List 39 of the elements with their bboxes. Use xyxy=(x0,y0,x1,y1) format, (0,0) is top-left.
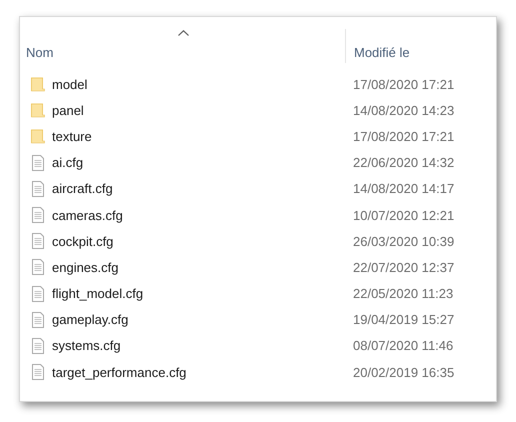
modified-date: 17/08/2020 17:21 xyxy=(352,128,454,144)
folder-icon xyxy=(30,76,46,92)
document-icon xyxy=(30,286,46,302)
document-icon xyxy=(30,312,46,328)
folder-icon xyxy=(30,102,46,118)
file-name[interactable]: aircraft.cfg xyxy=(52,181,113,196)
file-name[interactable]: engines.cfg xyxy=(52,260,118,275)
document-icon xyxy=(30,233,46,250)
folder-icon xyxy=(30,128,46,144)
modified-date: 14/08/2020 14:17 xyxy=(352,181,454,196)
document-icon xyxy=(30,207,46,224)
file-name[interactable]: cameras.cfg xyxy=(52,208,123,223)
document-icon xyxy=(30,364,46,380)
modified-date: 22/05/2020 11:23 xyxy=(352,286,454,302)
modified-date: 08/07/2020 11:46 xyxy=(352,338,454,354)
document-icon xyxy=(30,154,46,171)
modified-date: 22/06/2020 14:32 xyxy=(352,155,454,170)
modified-date: 17/08/2020 17:21 xyxy=(352,76,454,92)
column-header[interactable]: Nom xyxy=(20,17,345,69)
file-name[interactable]: model xyxy=(52,76,88,92)
file-name[interactable]: gameplay.cfg xyxy=(52,312,128,328)
file-name[interactable]: texture xyxy=(52,128,92,144)
modified-date: 19/04/2019 15:27 xyxy=(352,312,454,328)
modified-date: 10/07/2020 12:21 xyxy=(352,208,454,223)
sort-up-icon xyxy=(178,30,188,36)
file-name[interactable]: target_performance.cfg xyxy=(52,364,186,380)
modified-date: 20/02/2019 16:35 xyxy=(352,364,454,380)
modified-date: 14/08/2020 14:23 xyxy=(352,102,454,118)
document-icon xyxy=(30,338,46,354)
file-name[interactable]: systems.cfg xyxy=(52,338,121,354)
modified-date: 26/03/2020 10:39 xyxy=(352,234,454,249)
column-header[interactable]: Modifié le xyxy=(345,29,496,63)
document-icon xyxy=(30,259,46,276)
modified-date: 22/07/2020 12:37 xyxy=(352,260,454,275)
file-name[interactable]: ai.cfg xyxy=(52,155,84,170)
file-name[interactable]: flight_model.cfg xyxy=(52,286,144,302)
file-name[interactable]: cockpit.cfg xyxy=(52,234,114,249)
file-name[interactable]: panel xyxy=(52,102,84,118)
document-icon xyxy=(30,180,46,197)
